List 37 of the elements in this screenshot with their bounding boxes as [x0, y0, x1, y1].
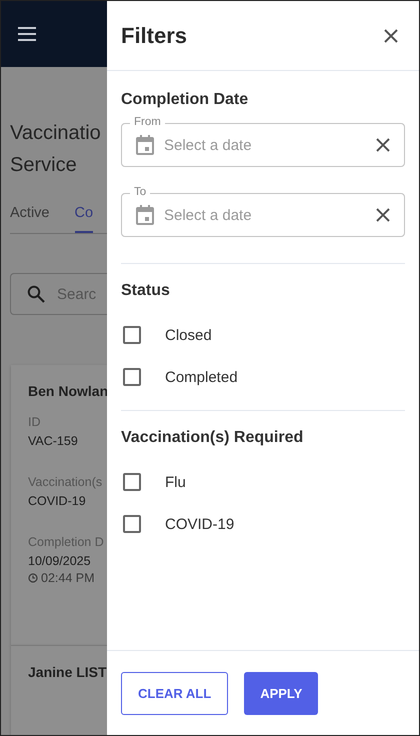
apply-button[interactable]: APPLY — [244, 672, 318, 714]
tab[interactable]: Active — [10, 201, 50, 233]
clear-icon[interactable] — [376, 208, 390, 222]
time-text: 02:44 PM — [41, 571, 95, 585]
record-name: Ben Nowlan — [28, 383, 107, 399]
field-label: ID — [28, 414, 42, 431]
checkbox[interactable] — [123, 368, 141, 386]
record-name: Janine LIST — [28, 664, 107, 680]
calendar-icon — [136, 205, 154, 225]
checkbox-label: COVID-19 — [165, 516, 234, 532]
record-card[interactable]: Ben Nowlan ID VAC-159 Vaccination(s COVID-19 Completion D 10/09/2025 02:44 PM — [11, 365, 107, 645]
clear-button[interactable]: CLEAR ALL — [121, 672, 228, 714]
field-value: 10/09/2025 — [28, 553, 92, 570]
checkbox-label: Flu — [165, 474, 186, 490]
section-heading: Completion Date — [121, 91, 250, 109]
checkbox-label: Closed — [165, 326, 212, 344]
field-label: Vaccination(s — [28, 474, 104, 491]
page-title: Vaccinatio — [10, 121, 102, 146]
checkbox[interactable] — [123, 473, 141, 491]
calendar-icon — [136, 135, 154, 155]
search-icon — [27, 285, 45, 303]
checkbox-label: Completed — [165, 368, 238, 386]
drawer-title: Filters — [121, 22, 188, 48]
record-card[interactable]: Janine LIST — [11, 645, 107, 735]
checkbox[interactable] — [123, 515, 141, 533]
tab[interactable]: Co — [74, 201, 94, 233]
field-value: COVID-19 — [28, 493, 87, 510]
page-title: Service — [10, 153, 78, 178]
menu-icon[interactable] — [18, 27, 36, 41]
checkbox[interactable] — [123, 326, 141, 344]
field-value: VAC-159 — [28, 433, 79, 450]
section-heading: Status — [121, 282, 171, 300]
field-label: Completion D — [28, 534, 105, 551]
clock-icon — [28, 573, 38, 583]
section-heading: Vaccination(s) Required — [121, 429, 304, 447]
clear-icon[interactable] — [376, 138, 390, 152]
close-icon[interactable] — [384, 28, 398, 42]
